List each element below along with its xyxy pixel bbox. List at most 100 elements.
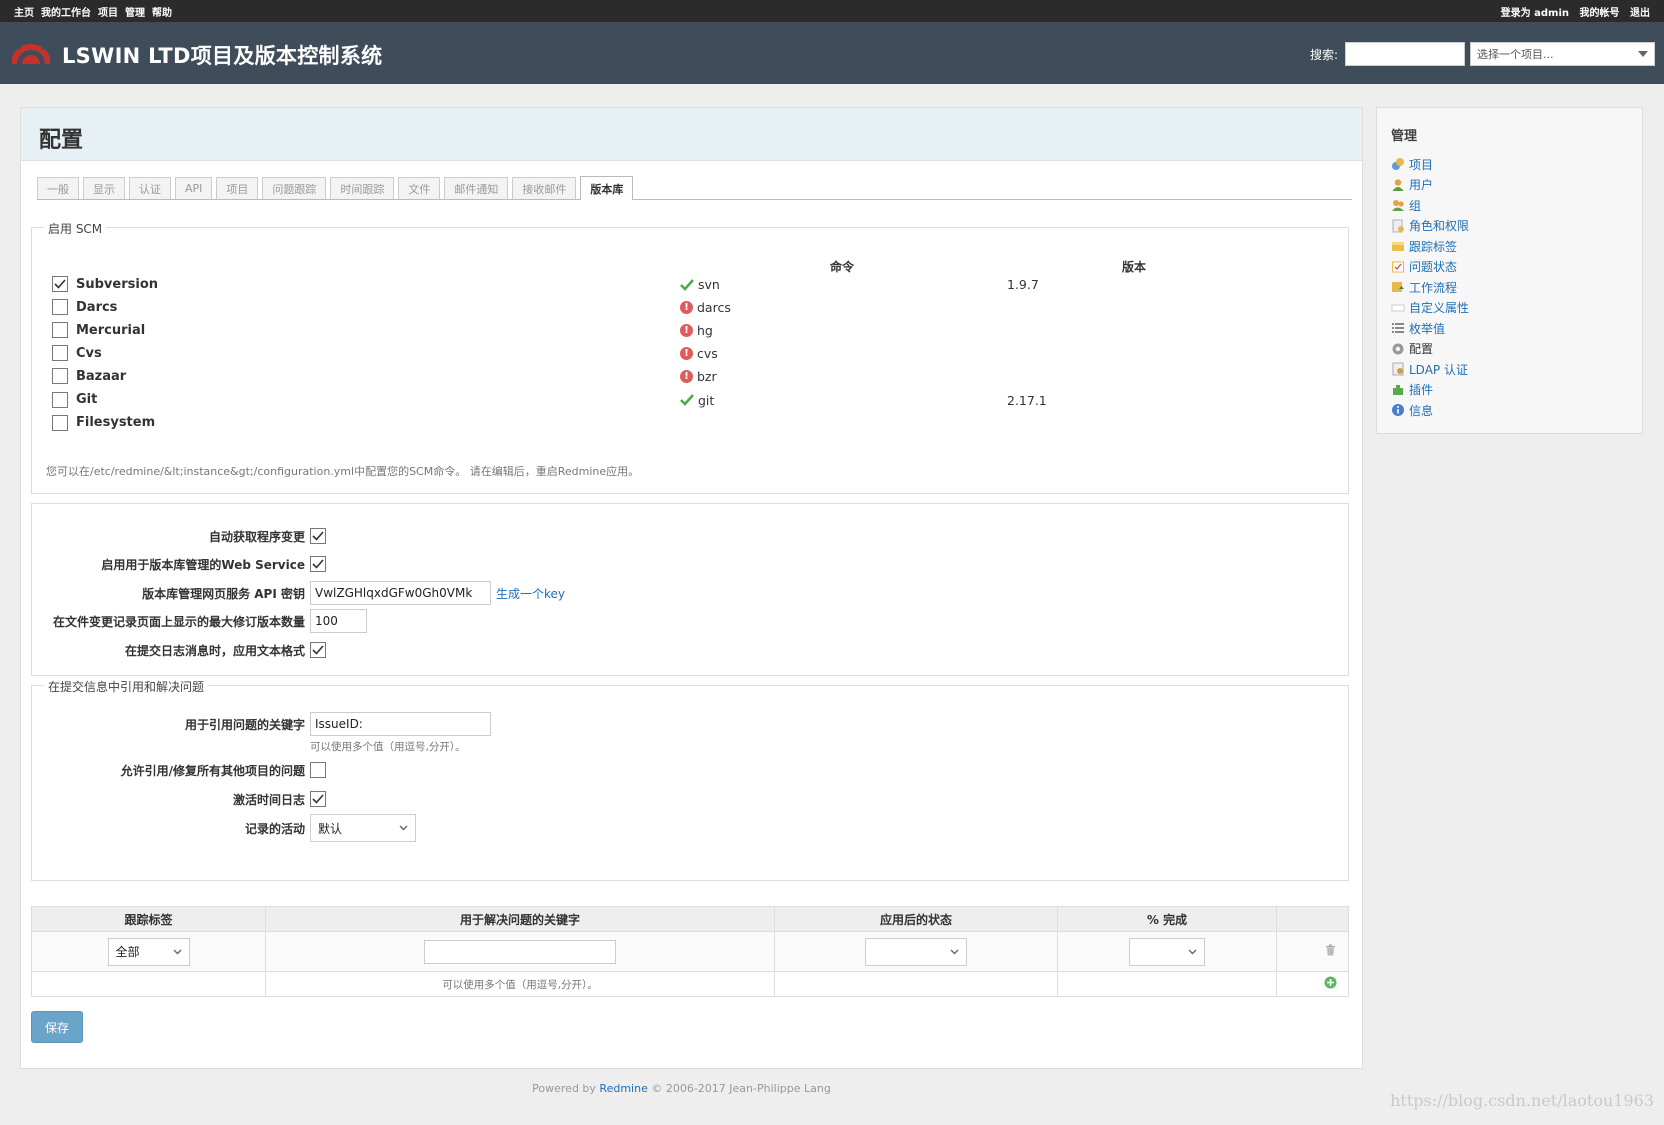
scm-command-text: bzr <box>697 369 717 385</box>
activity-value: 默认 <box>318 821 343 836</box>
empty-cell <box>1057 971 1277 997</box>
generate-key-link[interactable]: 生成一个key <box>496 585 565 602</box>
top-menu-item[interactable]: 管理 <box>125 8 145 19</box>
top-menu-left: 主页 我的工作台 项目 管理 帮助 <box>14 4 179 19</box>
scm-checkbox[interactable] <box>52 345 68 362</box>
sidebar-item-settings[interactable]: 配置 <box>1391 339 1628 360</box>
top-menu-item[interactable]: 主页 <box>14 8 34 19</box>
app-title[interactable]: LSWIN LTD项目及版本控制系统 <box>62 40 382 70</box>
scm-row-git: Git <box>52 390 97 410</box>
sidebar-item-label: 插件 <box>1409 383 1434 398</box>
cross-project-row: 允许引用/修复所有其他项目的问题 <box>32 758 1348 782</box>
api-key-row: 版本库管理网页服务 API 密钥 VwlZGHlqxdGFw0Gh0VMk 生成… <box>32 581 1348 605</box>
sidebar-item-user[interactable]: 用户 <box>1391 175 1628 196</box>
scm-name: Darcs <box>76 299 118 315</box>
tab-2[interactable]: 认证 <box>129 177 171 199</box>
search-input[interactable] <box>1345 42 1465 66</box>
logged-in-as: 登录为 admin <box>1500 7 1570 19</box>
add-icon[interactable] <box>1324 976 1337 989</box>
sidebar-item-info[interactable]: 信息 <box>1391 400 1628 421</box>
sidebar-item-label: 角色和权限 <box>1409 219 1470 234</box>
sidebar-item-workflow[interactable]: 工作流程 <box>1391 277 1628 298</box>
scm-command-header: 命令 <box>830 260 855 274</box>
tab-9[interactable]: 接收邮件 <box>512 177 577 199</box>
footer-copyright: © 2006-2017 Jean-Philippe Lang <box>651 1082 831 1095</box>
caret-down-icon <box>1638 51 1648 57</box>
tab-8[interactable]: 邮件通知 <box>444 177 509 199</box>
sidebar-item-label: 用户 <box>1409 178 1434 193</box>
sidebar-item-projects[interactable]: 项目 <box>1391 154 1628 175</box>
redmine-logo-icon <box>12 38 50 65</box>
done-ratio-cell <box>1057 931 1277 972</box>
scm-command-text: git <box>698 392 715 408</box>
tab-0[interactable]: 一般 <box>37 177 79 199</box>
top-menu-item[interactable]: 项目 <box>98 8 118 19</box>
error-icon: ! <box>680 301 693 315</box>
scm-row-mercurial: Mercurial <box>52 320 145 340</box>
scm-checkbox[interactable] <box>52 414 68 431</box>
scm-fieldset: 启用 SCM 命令 版本 Subversion svn 1.9.7 Darcs! dar… <box>31 220 1349 494</box>
sidebar-item-ldap[interactable]: LDAP 认证 <box>1391 359 1628 380</box>
done-ratio-select[interactable] <box>1129 937 1205 966</box>
tab-4[interactable]: 项目 <box>216 177 259 199</box>
scm-checkbox[interactable] <box>52 391 68 408</box>
scm-checkbox[interactable] <box>52 276 68 292</box>
ref-keywords-input[interactable]: IssueID: <box>310 712 491 736</box>
max-rev-input[interactable]: 100 <box>310 609 367 633</box>
sidebar-item-label: 配置 <box>1409 342 1434 357</box>
search-label: 搜索: <box>1310 48 1339 62</box>
scm-checkbox[interactable] <box>52 368 68 385</box>
footer-prefix: Powered by <box>532 1082 596 1095</box>
tab-10[interactable]: 版本库 <box>580 176 634 200</box>
sidebar-item-plugin[interactable]: 插件 <box>1391 380 1628 401</box>
tab-7[interactable]: 文件 <box>398 177 441 199</box>
status-select[interactable] <box>865 937 967 966</box>
trash-icon[interactable] <box>1325 944 1336 956</box>
save-button[interactable]: 保存 <box>31 1011 83 1043</box>
empty-cell <box>31 971 266 997</box>
ref-keywords-hint: 可以使用多个值（用逗号,分开）。 <box>310 741 466 753</box>
scm-checkbox[interactable] <box>52 322 68 339</box>
tab-6[interactable]: 时间跟踪 <box>330 177 395 199</box>
scm-checkbox[interactable] <box>52 299 68 316</box>
api-key-label: 版本库管理网页服务 API 密钥 <box>142 587 305 601</box>
top-menu-item[interactable]: 帮助 <box>152 8 172 19</box>
sidebar-item-tracker[interactable]: 跟踪标签 <box>1391 236 1628 257</box>
scm-command: ! cvs <box>680 346 718 361</box>
ref-keywords-row: 用于引用问题的关键字 IssueID: <box>32 712 1348 736</box>
cross-project-checkbox[interactable] <box>310 762 326 778</box>
logout-link[interactable]: 退出 <box>1630 8 1650 19</box>
sidebar-item-issue-status[interactable]: 问题状态 <box>1391 257 1628 278</box>
fix-keywords-input[interactable] <box>424 939 616 964</box>
scm-name: Git <box>76 392 98 407</box>
sidebar-item-custom-fields[interactable]: 自定义属性 <box>1391 298 1628 319</box>
tab-1[interactable]: 显示 <box>83 177 125 199</box>
projects-icon <box>1392 158 1404 171</box>
text-format-checkbox[interactable] <box>310 642 326 658</box>
activity-label: 记录的活动 <box>244 822 305 836</box>
cross-project-label: 允许引用/修复所有其他项目的问题 <box>120 764 305 778</box>
redmine-link[interactable]: Redmine <box>599 1082 647 1095</box>
tab-3[interactable]: API <box>175 177 213 199</box>
sidebar-item-group[interactable]: 组 <box>1391 195 1628 216</box>
tab-5[interactable]: 问题跟踪 <box>262 177 327 199</box>
fix-keywords-cell <box>265 931 775 972</box>
time-log-checkbox[interactable] <box>310 791 326 807</box>
scm-hint: 您可以在/etc/redmine/&lt;instance&gt;/config… <box>46 465 640 478</box>
autofetch-checkbox[interactable] <box>310 528 326 544</box>
api-key-input[interactable]: VwlZGHlqxdGFw0Gh0VMk <box>310 581 491 605</box>
chevron-down-icon <box>950 949 959 954</box>
project-jump-select[interactable]: 选择一个项目... <box>1470 42 1655 66</box>
sidebar-item-roles[interactable]: 角色和权限 <box>1391 216 1628 237</box>
project-jump-value: 选择一个项目... <box>1477 48 1554 61</box>
chevron-down-icon <box>399 825 408 831</box>
tracker-select[interactable]: 全部 <box>107 937 190 966</box>
activity-select[interactable]: 默认 <box>310 814 416 842</box>
scm-command: svn <box>680 277 720 292</box>
my-account-link[interactable]: 我的帐号 <box>1580 8 1620 19</box>
sidebar-item-list[interactable]: 枚举值 <box>1391 318 1628 339</box>
ldap-icon <box>1392 362 1404 376</box>
fix-keywords-header-row: 跟踪标签 用于解决问题的关键字 应用后的状态 % 完成 <box>31 906 1349 932</box>
top-menu-item[interactable]: 我的工作台 <box>41 8 91 19</box>
ws-checkbox[interactable] <box>310 556 326 572</box>
